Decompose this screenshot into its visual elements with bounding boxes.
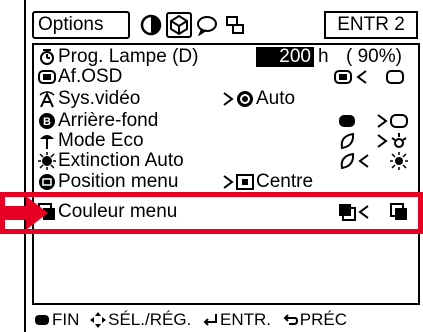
video-system-icon xyxy=(39,91,55,108)
lamp-hours-value: 200 xyxy=(256,47,314,67)
footer-select-label: SÉL./RÉG. xyxy=(108,309,192,329)
background-icon: B xyxy=(39,113,55,129)
language-tab-icon[interactable] xyxy=(194,12,220,38)
auto-off-sun-icon xyxy=(390,152,408,170)
footer-back-label: PRÉC xyxy=(299,309,347,329)
tab-options[interactable]: Options xyxy=(32,11,130,39)
lamp-hours-unit: h xyxy=(318,46,329,67)
center-position-icon xyxy=(236,174,254,190)
menu-item-eco-mode[interactable]: Mode Eco xyxy=(34,131,418,151)
right-arrow-icon xyxy=(377,134,388,148)
pointer-arrow-icon xyxy=(0,196,48,230)
end-button-icon xyxy=(35,314,49,325)
osd-off-icon xyxy=(386,70,404,84)
auto-power-off-icon xyxy=(38,152,56,170)
lamp-percent: ( 90%) xyxy=(346,46,402,67)
picture-tab-icon[interactable] xyxy=(138,12,164,38)
svg-text:B: B xyxy=(43,116,51,128)
arrow-keys-icon xyxy=(90,311,107,328)
menu-item-label: Extinction Auto xyxy=(58,150,184,171)
menu-item-label: Prog. Lampe (D) xyxy=(58,46,199,67)
background-blue-icon xyxy=(390,114,408,128)
osd-icon xyxy=(38,70,56,84)
menu-item-auto-power-off[interactable]: Extinction Auto xyxy=(34,151,418,171)
auto-icon xyxy=(237,91,253,107)
menu-item-menu-position[interactable]: Position menu Centre xyxy=(34,172,418,192)
menu-item-osd-display[interactable]: Af.OSD xyxy=(34,67,418,87)
video-system-value: Auto xyxy=(256,88,296,109)
menu-item-label: Sys.vidéo xyxy=(58,88,141,109)
eco-mode-icon xyxy=(40,135,54,149)
menu-item-background[interactable]: B Arrière-fond xyxy=(34,111,418,131)
enter-icon xyxy=(203,313,217,326)
right-arrow-icon xyxy=(377,114,388,128)
left-arrow-icon xyxy=(356,70,367,84)
tab-icons-group xyxy=(138,11,268,39)
menu-position-icon xyxy=(39,174,55,190)
menu-tab-bar: Options ENTR 2 xyxy=(32,11,420,41)
options-menu-panel: Prog. Lampe (D) 200 h ( 90%) Af.OSD Sys.… xyxy=(32,43,420,305)
right-arrow-icon xyxy=(223,175,234,189)
auto-off-leaf-icon xyxy=(340,152,355,170)
background-black-icon xyxy=(339,115,355,127)
menu-item-label: Arrière-fond xyxy=(58,110,159,131)
menu-position-value: Centre xyxy=(256,171,314,192)
back-icon xyxy=(283,313,298,325)
menu-item-label: Mode Eco xyxy=(58,130,144,151)
menu-item-video-system[interactable]: Sys.vidéo Auto xyxy=(34,89,418,109)
footer-help-bar: FIN SÉL./RÉG. ENTR. PRÉC xyxy=(34,308,423,330)
lamp-timer-icon xyxy=(40,49,54,65)
standard-mode-icon xyxy=(391,133,407,148)
selection-highlight xyxy=(0,192,423,234)
right-arrow-icon xyxy=(223,92,234,106)
footer-end-label: FIN xyxy=(52,309,80,329)
osd-on-icon xyxy=(334,70,352,84)
left-arrow-icon xyxy=(358,154,369,168)
status-tab-icon[interactable] xyxy=(222,12,248,38)
menu-item-label: Af.OSD xyxy=(58,66,123,87)
eco-leaf-icon xyxy=(340,132,355,150)
menu-item-lamp-timer[interactable]: Prog. Lampe (D) 200 h ( 90%) xyxy=(34,47,418,67)
projector-menu-screen: Options ENTR 2 Prog. Lampe (D) 200 h ( 9… xyxy=(24,0,423,332)
footer-enter-label: ENTR. xyxy=(220,309,271,329)
options-tab-icon[interactable] xyxy=(166,12,192,38)
input-indicator: ENTR 2 xyxy=(324,11,418,39)
menu-item-label: Position menu xyxy=(58,171,179,192)
